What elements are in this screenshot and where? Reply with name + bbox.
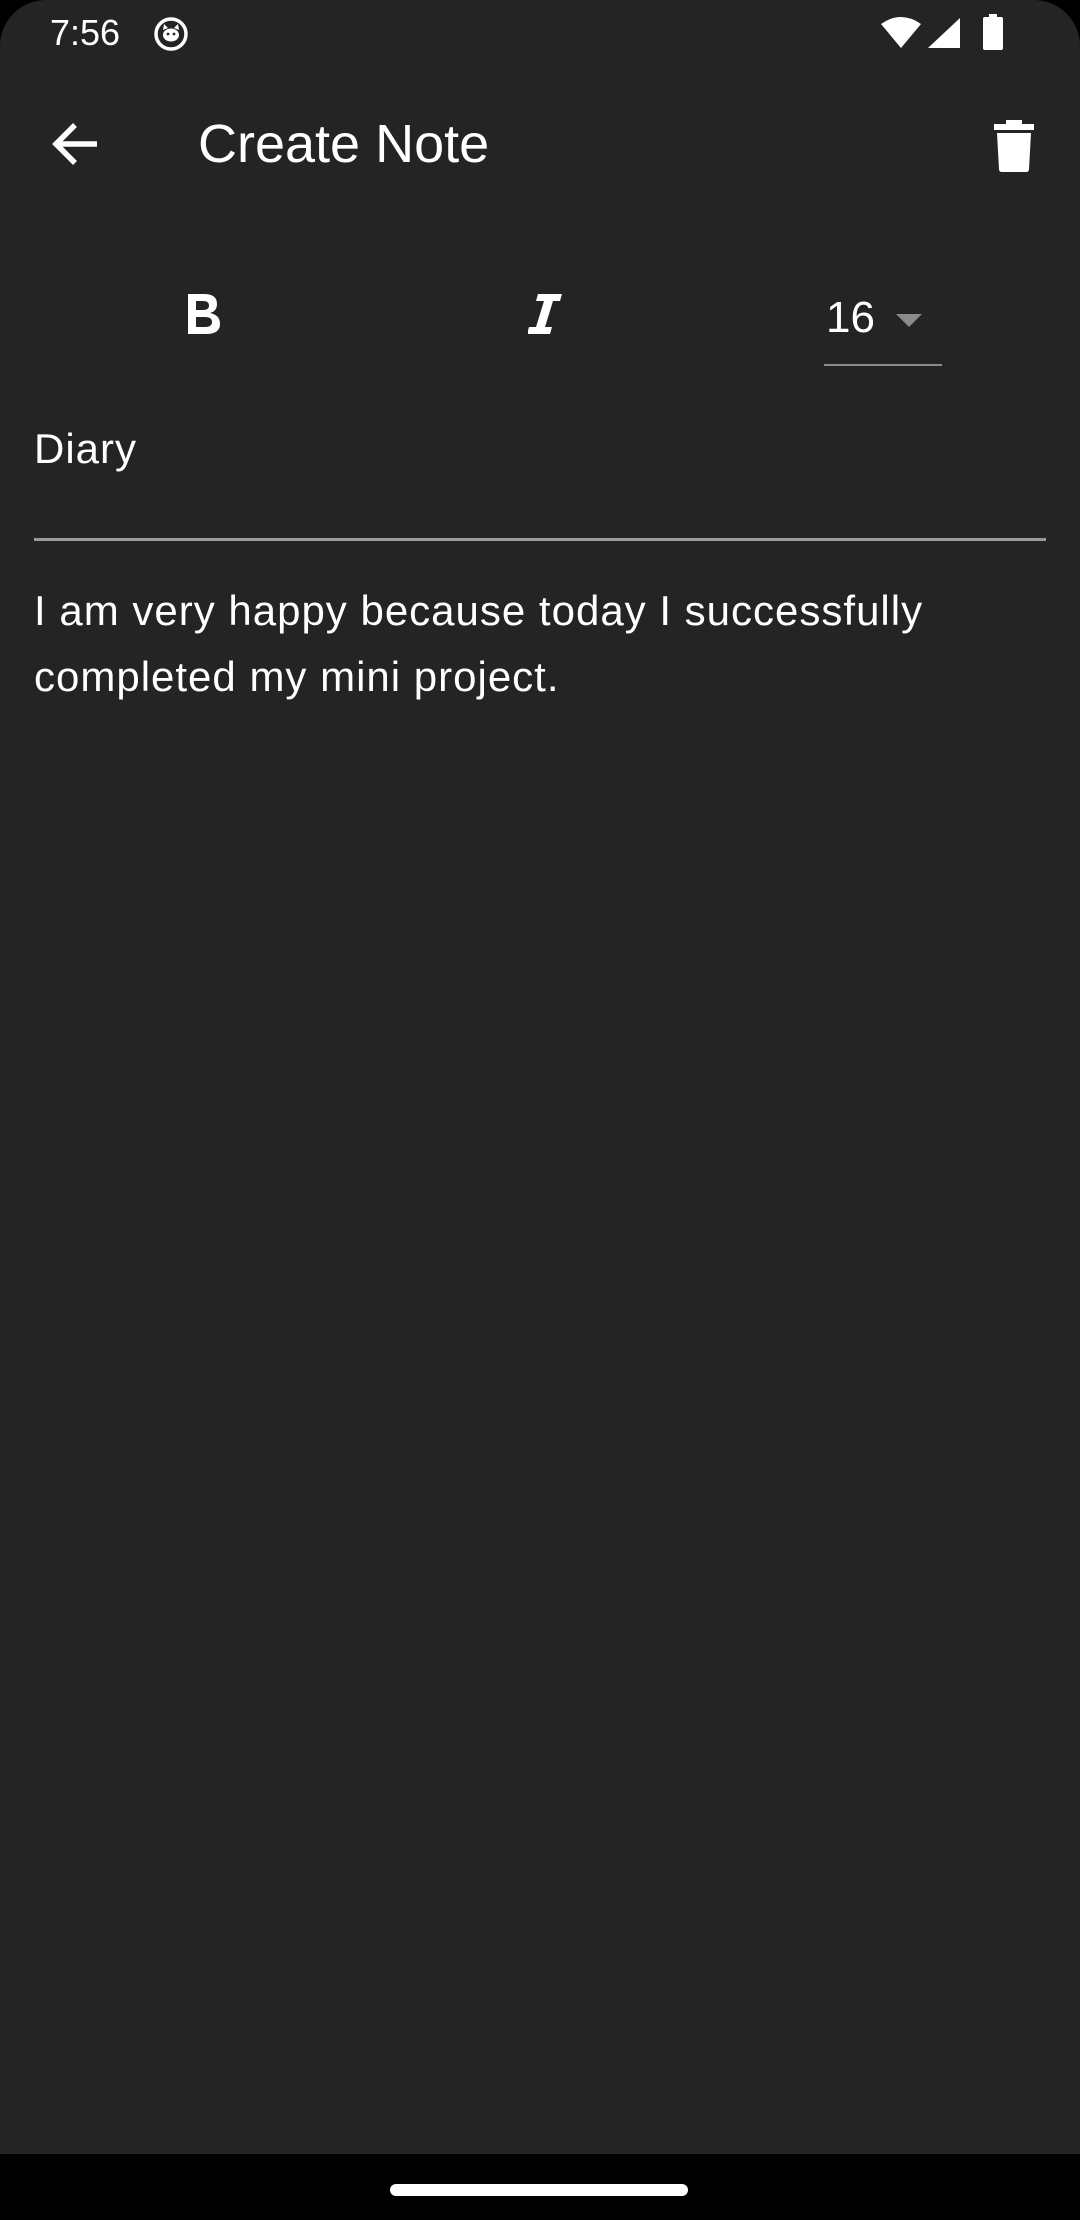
font-size-value: 16 [826, 293, 875, 342]
battery-icon [983, 14, 1003, 50]
cat-app-icon [154, 17, 188, 51]
status-bar: 7:56 [0, 0, 1080, 66]
page-title: Create Note [198, 114, 490, 174]
bold-button[interactable] [164, 274, 244, 354]
italic-icon [528, 294, 562, 334]
note-title-field[interactable]: Diary [34, 400, 1046, 541]
signal-icon [928, 18, 960, 48]
note-title-text: Diary [34, 425, 138, 472]
note-body-field[interactable]: I am very happy because today I successf… [34, 578, 1046, 1978]
note-body-text: I am very happy because today I successf… [34, 587, 924, 700]
arrow-left-icon [52, 123, 97, 165]
wifi-icon [881, 17, 921, 48]
back-button[interactable] [38, 106, 114, 182]
status-time: 7:56 [50, 12, 121, 53]
italic-button[interactable] [506, 274, 586, 354]
format-toolbar: 16 [0, 252, 1080, 372]
bold-icon [188, 294, 220, 334]
font-size-dropdown[interactable]: 16 [824, 278, 942, 366]
delete-note-button[interactable] [974, 106, 1054, 186]
chevron-down-icon [896, 314, 922, 327]
app-bar: Create Note [0, 66, 1080, 222]
trash-icon [994, 120, 1034, 172]
navigation-bar [0, 2154, 1080, 2220]
note-editor-screen: 7:56 Create Note 16 Diary I am very happ… [0, 0, 1080, 2154]
home-handle[interactable] [390, 2184, 688, 2196]
